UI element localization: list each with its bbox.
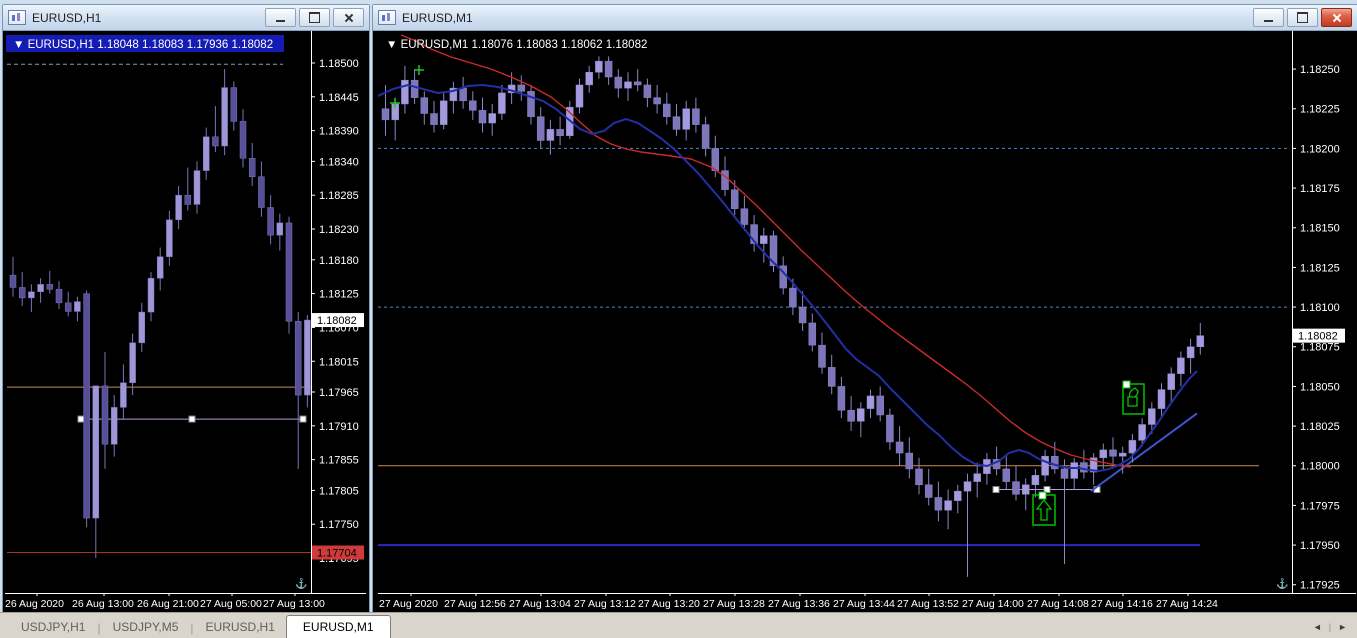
chart-ohlc-header[interactable]: ▼ EURUSD,H1 1.18048 1.18083 1.17936 1.18… bbox=[13, 39, 273, 51]
time-axis-label: 27 Aug 14:24 bbox=[1156, 598, 1218, 609]
maximize-icon bbox=[309, 12, 320, 23]
minimize-button[interactable] bbox=[1253, 8, 1284, 27]
minimize-icon bbox=[276, 20, 285, 22]
time-axis-label: 27 Aug 13:28 bbox=[703, 598, 765, 609]
trendline-handle[interactable] bbox=[299, 415, 307, 423]
time-axis-label: 26 Aug 21:00 bbox=[137, 598, 199, 609]
price-axis-label: 1.18445 bbox=[319, 92, 359, 104]
tab-usdjpy-m5[interactable]: USDJPY,M5 bbox=[102, 616, 190, 638]
chart-window-h1: EURUSD,H1 1.18500 1.18445 1.18390 1.18340 1.… bbox=[2, 4, 370, 613]
m1-chart-canvas[interactable]: 1.18250 1.18225 1.18200 1.18175 1.18150 1.181… bbox=[377, 31, 1356, 610]
minimize-button[interactable] bbox=[265, 8, 296, 27]
price-axis-label: 1.18050 bbox=[1300, 381, 1340, 393]
close-button[interactable] bbox=[333, 8, 364, 27]
chart-window-icon bbox=[8, 10, 26, 25]
trendline-handle[interactable] bbox=[77, 415, 85, 423]
trendline-handle[interactable] bbox=[992, 486, 1000, 494]
price-axis-label: 1.18340 bbox=[319, 156, 359, 168]
time-axis-label: 27 Aug 14:16 bbox=[1091, 598, 1153, 609]
close-icon bbox=[1332, 13, 1341, 22]
ma-fast-red bbox=[400, 34, 1132, 468]
titlebar-m1[interactable]: EURUSD,M1 bbox=[373, 5, 1357, 31]
price-badge-value: 1.17704 bbox=[317, 548, 357, 560]
anchor-icon: ⚓ bbox=[1276, 577, 1288, 590]
price-axis-label: 1.18225 bbox=[1300, 104, 1340, 116]
price-axis-label: 1.18100 bbox=[1300, 302, 1340, 314]
time-axis-label: 26 Aug 13:00 bbox=[72, 598, 134, 609]
price-axis-label: 1.18230 bbox=[319, 224, 359, 236]
price-axis-label: 1.17925 bbox=[1300, 580, 1340, 592]
price-axis-label: 1.18000 bbox=[1300, 461, 1340, 473]
tab-eurusd-h1[interactable]: EURUSD,H1 bbox=[195, 616, 286, 638]
time-axis-label: 26 Aug 2020 bbox=[5, 598, 64, 609]
tab-scroll-right-icon[interactable]: ► bbox=[1338, 622, 1347, 632]
arrow-icon bbox=[1035, 498, 1053, 521]
price-axis-label: 1.17910 bbox=[319, 421, 359, 433]
price-axis-label: 1.18180 bbox=[319, 255, 359, 267]
price-axis-label: 1.18075 bbox=[1300, 342, 1340, 354]
price-axis-label: 1.18125 bbox=[1300, 262, 1340, 274]
time-axis-label: 27 Aug 14:08 bbox=[1027, 598, 1089, 609]
price-axis-label: 1.18390 bbox=[319, 126, 359, 138]
eurusd-h1-chart[interactable]: 1.18500 1.18445 1.18390 1.18340 1.18285 1.182… bbox=[4, 31, 368, 611]
price-axis-label: 1.17805 bbox=[319, 485, 359, 497]
price-axis-label: 1.18175 bbox=[1300, 183, 1340, 195]
price-axis-label: 1.17950 bbox=[1300, 540, 1340, 552]
price-axis-label: 1.17965 bbox=[319, 387, 359, 399]
price-axis-label: 1.17750 bbox=[319, 519, 359, 531]
price-axis-label: 1.18025 bbox=[1300, 421, 1340, 433]
close-button[interactable] bbox=[1321, 8, 1352, 27]
price-axis-label: 1.18200 bbox=[1300, 143, 1340, 155]
restore-icon bbox=[1297, 12, 1308, 23]
tab-usdjpy-h1[interactable]: USDJPY,H1 bbox=[10, 616, 96, 638]
object-handle[interactable] bbox=[1038, 491, 1047, 500]
price-axis-label: 1.17975 bbox=[1300, 500, 1340, 512]
price-axis-label: 1.18250 bbox=[1300, 64, 1340, 76]
chart-window-icon bbox=[378, 10, 396, 25]
time-axis-label: 27 Aug 13:52 bbox=[897, 598, 959, 609]
time-axis-label: 27 Aug 13:36 bbox=[768, 598, 830, 609]
price-axis-label: 1.18500 bbox=[319, 58, 359, 70]
time-axis-label: 27 Aug 05:00 bbox=[200, 598, 262, 609]
object-handle[interactable] bbox=[1122, 380, 1131, 389]
price-axis-label: 1.17855 bbox=[319, 455, 359, 467]
trendline-handle[interactable] bbox=[188, 415, 196, 423]
tab-eurusd-m1[interactable]: EURUSD,M1 bbox=[285, 615, 391, 638]
time-axis-label: 27 Aug 2020 bbox=[379, 598, 438, 609]
eurusd-m1-chart[interactable]: 1.18250 1.18225 1.18200 1.18175 1.18150 1.181… bbox=[374, 31, 1356, 611]
price-axis-label: 1.18150 bbox=[1300, 223, 1340, 235]
time-axis-label: 27 Aug 12:56 bbox=[444, 598, 506, 609]
anchor-icon: ⚓ bbox=[295, 577, 307, 590]
restore-button[interactable] bbox=[1287, 8, 1318, 27]
time-axis-label: 27 Aug 13:44 bbox=[833, 598, 895, 609]
chart-ohlc-header[interactable]: ▼ EURUSD,M1 1.18076 1.18083 1.18062 1.18… bbox=[386, 39, 647, 51]
maximize-button[interactable] bbox=[299, 8, 330, 27]
minimize-icon bbox=[1264, 20, 1273, 22]
h1-chart-canvas[interactable]: 1.18500 1.18445 1.18390 1.18340 1.18285 1.182… bbox=[5, 31, 366, 610]
price-badge-value: 1.18082 bbox=[1298, 331, 1338, 343]
candles-series bbox=[9, 69, 311, 559]
price-axis-label: 1.18285 bbox=[319, 190, 359, 202]
chart-tab-bar: USDJPY,H1 | USDJPY,M5 | EURUSD,H1 EURUSD… bbox=[0, 612, 1357, 638]
window-title: EURUSD,M1 bbox=[402, 10, 473, 25]
thumb-icon bbox=[1127, 387, 1139, 407]
tab-scroll-left-icon[interactable]: ◄ bbox=[1313, 622, 1322, 632]
time-axis-label: 27 Aug 13:20 bbox=[638, 598, 700, 609]
close-icon bbox=[344, 13, 353, 22]
titlebar-h1[interactable]: EURUSD,H1 bbox=[3, 5, 369, 31]
ma-slow-navy bbox=[377, 83, 1198, 473]
time-axis-label: 27 Aug 14:00 bbox=[962, 598, 1024, 609]
chart-window-m1: EURUSD,M1 1.18250 1.18225 1.18200 1.18175 1.… bbox=[372, 4, 1357, 613]
price-badge-value: 1.18082 bbox=[317, 315, 357, 327]
candles-series bbox=[381, 56, 1205, 577]
time-axis-label: 27 Aug 13:12 bbox=[574, 598, 636, 609]
tab-scroll-divider: | bbox=[1328, 622, 1332, 632]
price-axis-label: 1.18125 bbox=[319, 289, 359, 301]
window-title: EURUSD,H1 bbox=[32, 10, 102, 25]
price-axis-label: 1.18015 bbox=[319, 356, 359, 368]
time-axis-label: 27 Aug 13:04 bbox=[509, 598, 571, 609]
time-axis-label: 27 Aug 13:00 bbox=[263, 598, 325, 609]
